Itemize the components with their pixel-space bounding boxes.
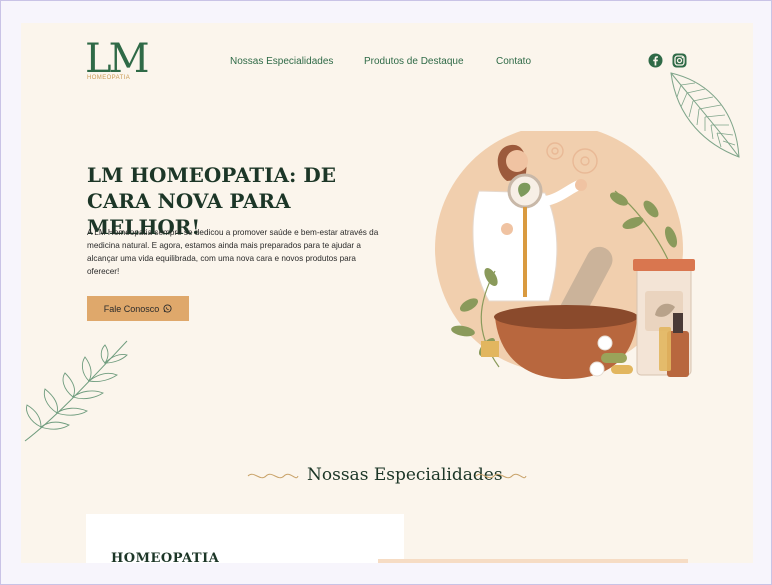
nav-item-produtos[interactable]: Produtos de Destaque <box>364 56 464 67</box>
hero-description: A LM Homeopatia sempre se dedicou a prom… <box>87 228 379 276</box>
fale-conosco-button[interactable]: Fale Conosco <box>87 296 189 321</box>
section-heading: Nossas Especialidades <box>247 463 527 487</box>
brand-logo[interactable]: LM HOMEOPATIA <box>85 36 150 85</box>
card-title: HOMEOPATIA <box>111 551 220 563</box>
specialty-card[interactable]: HOMEOPATIA <box>86 514 404 563</box>
wave-ornament-icon <box>475 473 527 479</box>
fern-decoration-icon <box>24 340 128 442</box>
section-title: Nossas Especialidades <box>307 465 503 485</box>
hero-illustration <box>435 131 695 379</box>
logo-mark: LM <box>85 36 150 82</box>
whatsapp-icon <box>163 304 172 313</box>
nav-item-especialidades[interactable]: Nossas Especialidades <box>230 56 333 67</box>
landing-page: LM HOMEOPATIA Nossas Especialidades Prod… <box>21 23 753 563</box>
instagram-icon[interactable] <box>672 53 687 68</box>
specialty-card-image <box>378 559 688 563</box>
logo-subtitle: HOMEOPATIA <box>87 75 131 81</box>
wave-ornament-icon <box>247 473 299 479</box>
facebook-icon[interactable] <box>648 53 663 68</box>
browser-frame: LM HOMEOPATIA Nossas Especialidades Prod… <box>0 0 772 585</box>
cta-label: Fale Conosco <box>103 303 160 314</box>
nav-item-contato[interactable]: Contato <box>496 56 531 67</box>
